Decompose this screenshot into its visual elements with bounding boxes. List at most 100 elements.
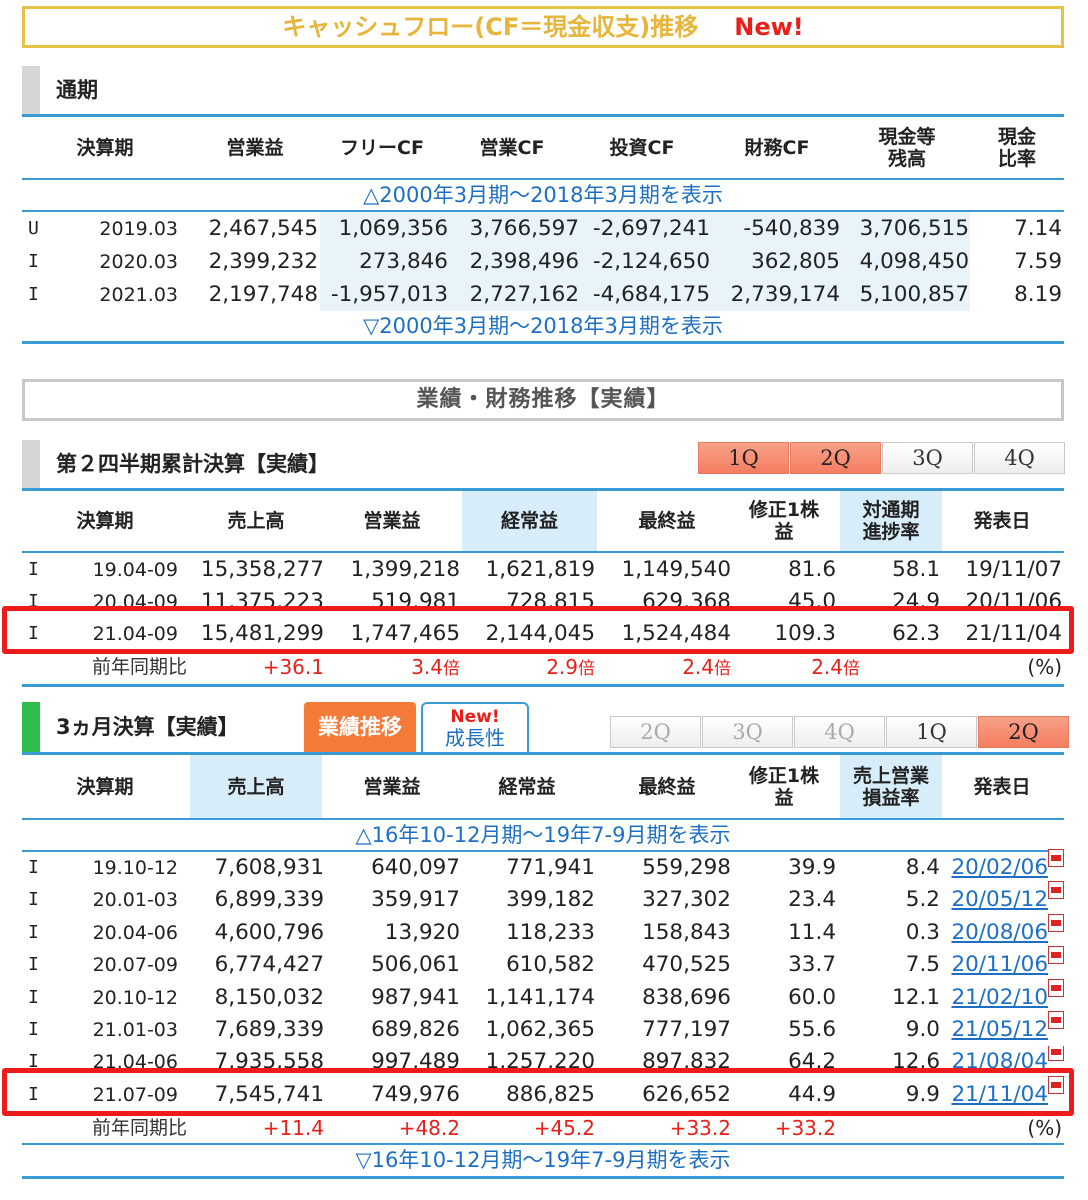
tab-1q[interactable]: 1Q (886, 716, 977, 748)
pdf-icon[interactable] (1048, 914, 1064, 932)
date-link[interactable]: 20/02/06 (951, 855, 1048, 880)
period: 20.01-03 (92, 889, 178, 911)
table-row: I 21.04-09 15,481,299 1,747,465 2,144,04… (22, 618, 1064, 650)
cell: 9.0 (905, 1017, 940, 1042)
cell: 64.2 (788, 1049, 836, 1068)
cell: 7,545,741 (214, 1082, 324, 1107)
tab-performance[interactable]: 業績推移 (304, 702, 416, 752)
period: 2020.03 (99, 251, 178, 273)
pdf-icon[interactable] (1048, 1076, 1064, 1094)
cell: 11.4 (788, 920, 836, 945)
col-cash-ratio: 現金 比率 (972, 118, 1062, 178)
yoy-unit: 倍 (578, 659, 595, 679)
date-link[interactable]: 21/08/04 (951, 1049, 1048, 1068)
cell: 886,825 (506, 1082, 595, 1107)
cell: 20/11/06 (965, 589, 1062, 608)
cell: 3,766,597 (469, 216, 579, 241)
cell: -1,957,013 (330, 282, 448, 307)
col-investing-cf: 投資CF (609, 137, 675, 159)
cell: 55.6 (788, 1017, 836, 1042)
cell: 2,727,162 (469, 282, 579, 307)
date-link[interactable]: 20/08/06 (951, 920, 1048, 945)
col-free-cf: フリーCF (340, 137, 424, 159)
col-ratio-l2: 比率 (997, 148, 1036, 170)
q2-section-title: 第２四半期累計決算【実績】 (56, 452, 329, 476)
cell: 1,257,220 (485, 1049, 595, 1068)
pdf-icon[interactable] (1048, 1046, 1064, 1061)
pdf-icon[interactable] (1048, 979, 1064, 997)
m3-table-header: 決算期 売上高 営業益 経常益 最終益 修正1株益 売上営業 損益率 発表日 (22, 755, 1064, 818)
col-margin: 売上営業 損益率 (840, 755, 942, 818)
period: 20.10-12 (92, 987, 178, 1009)
cell: 3,706,515 (859, 216, 969, 241)
pdf-icon[interactable] (1048, 881, 1064, 899)
col-operating-cf: 営業CF (479, 137, 545, 159)
yoy-label: 前年同期比 (91, 1117, 187, 1139)
cell: 728,815 (506, 589, 595, 608)
yoy-value: +33.2 (774, 1116, 836, 1140)
pdf-icon[interactable] (1048, 1011, 1064, 1029)
cell: 5.2 (905, 887, 940, 912)
cell: 1,621,819 (485, 557, 595, 582)
cell: 7.14 (1014, 216, 1062, 241)
pdf-icon[interactable] (1048, 849, 1064, 867)
cell: 777,197 (642, 1017, 731, 1042)
period: 20.04-09 (92, 591, 178, 608)
tab-3q[interactable]: 3Q (882, 442, 973, 474)
tab-1q[interactable]: 1Q (698, 442, 789, 474)
cell: 897,832 (642, 1049, 731, 1068)
yoy-num: 2.9 (546, 655, 578, 679)
tab-4q[interactable]: 4Q (974, 442, 1065, 474)
tab-2q-prev[interactable]: 2Q (610, 716, 701, 748)
pdf-icon[interactable] (1048, 946, 1064, 964)
cell: 626,652 (642, 1082, 731, 1107)
divider (22, 1176, 1064, 1179)
cell: 12.6 (892, 1049, 940, 1068)
col-sales: 売上高 (227, 510, 285, 532)
divider (22, 114, 1064, 117)
m3-show-older-bottom[interactable]: ▽16年10-12月期～19年7-9月期を表示 (22, 1145, 1064, 1175)
cell: -2,124,650 (592, 249, 710, 274)
cell: 5,100,857 (859, 282, 969, 307)
cell: 771,941 (506, 855, 595, 880)
cell: 12.1 (892, 985, 940, 1010)
table-row: U 2019.03 2,467,545 1,069,356 3,766,597 … (22, 213, 1064, 245)
date-link[interactable]: 21/05/12 (951, 1017, 1048, 1042)
announce-date: 21/11/04 (944, 1076, 1064, 1111)
table-row: I 21.07-09 7,545,741 749,976 886,825 626… (22, 1076, 1064, 1111)
row-mark: I (28, 987, 39, 1008)
annual-section-header: 通期 (22, 66, 1064, 114)
yoy-unit: 倍 (843, 659, 860, 679)
cf-show-older-bottom[interactable]: ▽2000年3月期～2018年3月期を表示 (22, 311, 1064, 341)
period: 20.07-09 (92, 954, 178, 976)
tab-2q-current[interactable]: 2Q (978, 716, 1069, 748)
yoy-num: 2.4 (682, 655, 714, 679)
tab-4q[interactable]: 4Q (794, 716, 885, 748)
cell: 689,826 (371, 1017, 460, 1042)
announce-date: 20/05/12 (944, 881, 1064, 916)
cell: 118,233 (506, 920, 595, 945)
col-operating-profit: 営業益 (226, 137, 284, 159)
cell: 2,739,174 (730, 282, 840, 307)
cell: 58.1 (892, 557, 940, 582)
cf-show-older-top[interactable]: △2000年3月期～2018年3月期を表示 (22, 180, 1064, 210)
col-eps-l2: 益 (774, 521, 794, 543)
m3-show-older-top[interactable]: △16年10-12月期～19年7-9月期を表示 (22, 820, 1064, 850)
cell: 2,467,545 (208, 216, 318, 241)
row-mark: I (28, 922, 39, 943)
section-bar (22, 702, 40, 752)
col-ratio-l1: 現金 (997, 126, 1036, 148)
date-link[interactable]: 21/11/04 (951, 1082, 1048, 1107)
cell: 559,298 (642, 855, 731, 880)
cf-table-header: 決算期 営業益 フリーCF 営業CF 投資CF 財務CF 現金等 残高 現金 比率 (22, 118, 1064, 178)
tab-2q[interactable]: 2Q (790, 442, 881, 474)
date-link[interactable]: 20/11/06 (951, 952, 1048, 977)
tab-growth[interactable]: New! 成長性 (421, 702, 529, 752)
yoy-value: +48.2 (398, 1116, 460, 1140)
m3-quarter-tabs: 2Q 3Q 4Q 1Q 2Q (609, 716, 1069, 748)
period: 20.04-06 (92, 922, 178, 944)
row-mark: I (28, 857, 39, 878)
tab-3q[interactable]: 3Q (702, 716, 793, 748)
date-link[interactable]: 21/02/10 (951, 985, 1048, 1010)
date-link[interactable]: 20/05/12 (951, 887, 1048, 912)
